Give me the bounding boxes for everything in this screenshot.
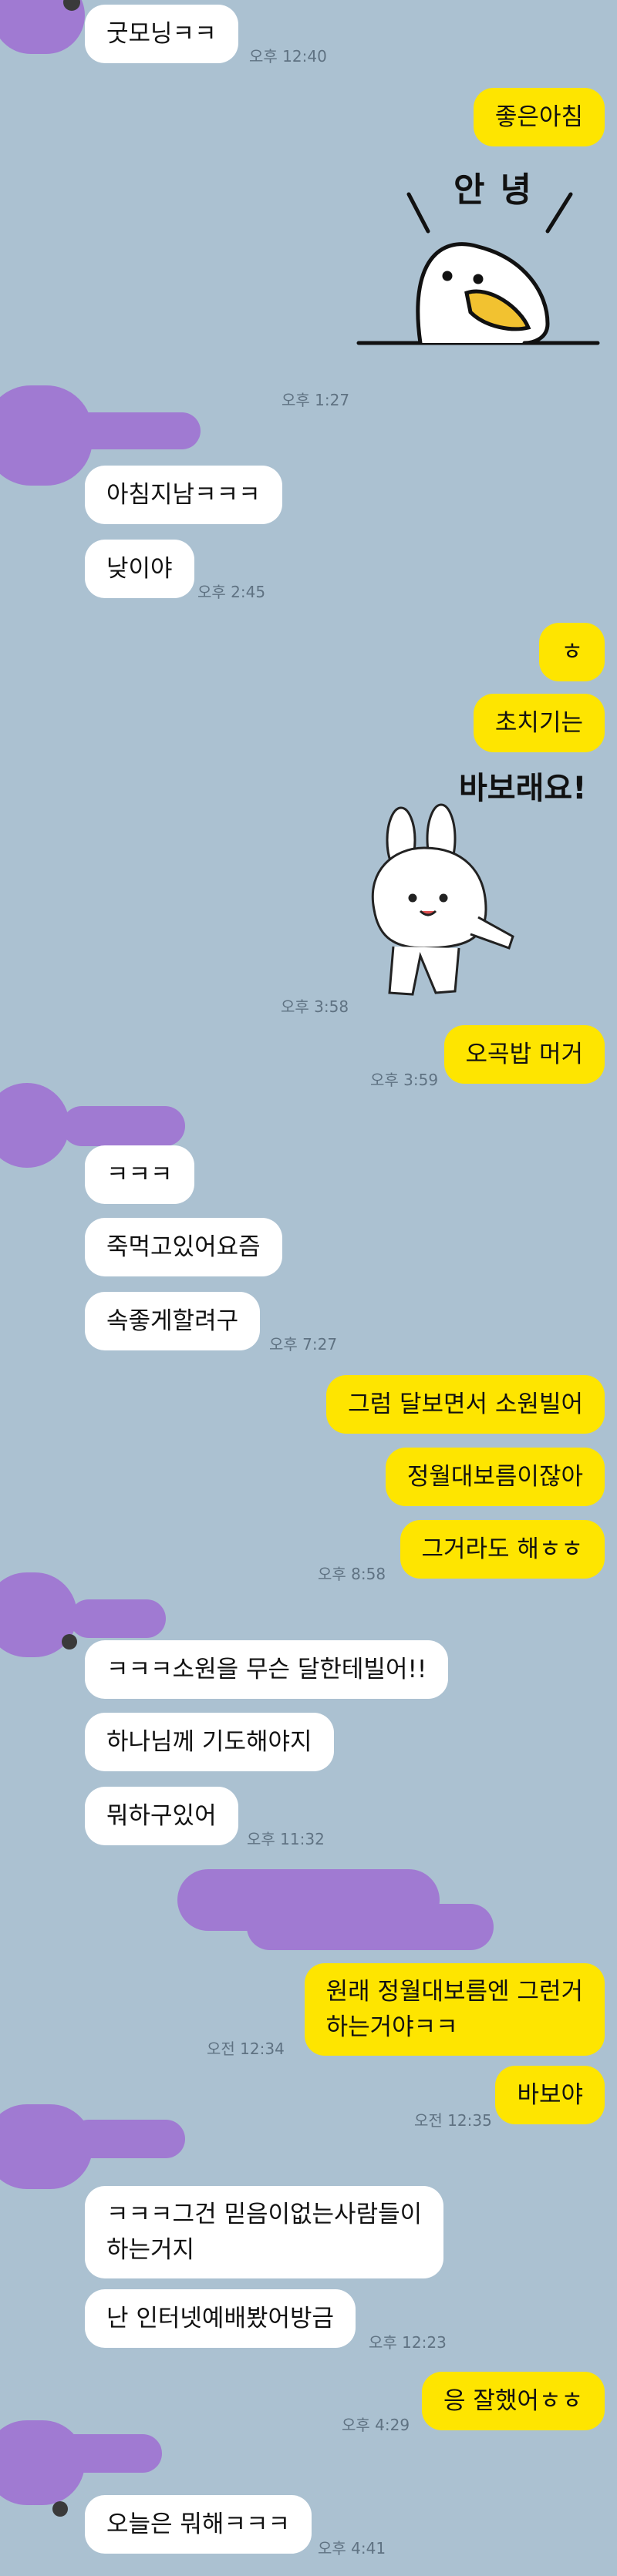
message-bubble-received[interactable]: 아침지남ㅋㅋㅋ xyxy=(85,466,282,524)
message-time: 오후 12:23 xyxy=(369,2333,447,2352)
message-line: 하는거야ㅋㅋ xyxy=(325,2013,458,2041)
message-time: 오후 4:41 xyxy=(318,2539,386,2558)
sticker-caption: 안녕 xyxy=(453,170,547,210)
message-bubble-sent[interactable]: 초치기는 xyxy=(473,694,605,752)
redacted-name xyxy=(62,1106,185,1146)
message-bubble-received[interactable]: ㅋㅋㅋ xyxy=(85,1145,194,1204)
message-time: 오후 12:40 xyxy=(249,47,327,66)
message-bubble-received[interactable]: 낮이야 xyxy=(85,540,194,598)
message-time: 오후 1:27 xyxy=(282,391,350,409)
redacted-name xyxy=(69,2120,185,2158)
message-bubble-received[interactable]: 굿모닝ㅋㅋ xyxy=(85,5,238,63)
redacted-content xyxy=(247,1904,494,1950)
avatar-fragment xyxy=(62,1634,77,1650)
message-bubble-received[interactable]: ㅋㅋㅋ소원을 무슨 달한테빌어!! xyxy=(85,1640,449,1699)
message-line: 하는거지 xyxy=(106,2236,195,2264)
message-bubble-sent[interactable]: 그럼 달보면서 소원빌어 xyxy=(326,1375,605,1434)
message-time: 오후 2:45 xyxy=(197,583,266,601)
redacted-name xyxy=(69,1599,166,1638)
sticker-hello[interactable]: 안녕 xyxy=(355,162,602,355)
message-bubble-sent[interactable]: 바보야 xyxy=(495,2066,605,2124)
message-bubble-received[interactable]: 오늘은 뭐해ㅋㅋㅋ xyxy=(85,2495,312,2554)
message-time: 오후 4:29 xyxy=(342,2416,410,2434)
sticker-caption: 바보래요! xyxy=(459,771,587,806)
message-time: 오후 3:58 xyxy=(281,997,349,1016)
message-time: 오후 7:27 xyxy=(269,1335,338,1354)
message-bubble-sent[interactable]: ㅎ xyxy=(539,623,605,681)
message-line: 원래 정월대보름엔 그런거 xyxy=(325,1978,583,2006)
redacted-name xyxy=(54,2434,162,2473)
message-time: 오전 12:34 xyxy=(207,2040,285,2058)
message-bubble-sent[interactable]: 오곡밥 머거 xyxy=(443,1025,605,1084)
message-time: 오후 8:58 xyxy=(318,1565,386,1583)
message-bubble-sent[interactable]: 응 잘했어ㅎㅎ xyxy=(422,2372,605,2430)
avatar-fragment xyxy=(52,2501,68,2517)
message-bubble-received[interactable]: 속좋게할려구 xyxy=(85,1292,261,1350)
message-bubble-received[interactable]: 하나님께 기도해야지 xyxy=(85,1713,334,1771)
message-bubble-sent[interactable]: 그거라도 해ㅎㅎ xyxy=(400,1520,605,1579)
redacted-name xyxy=(69,412,201,449)
message-bubble-received[interactable]: ㅋㅋㅋ그건 믿음이없는사람들이 하는거지 xyxy=(85,2186,444,2278)
message-bubble-received[interactable]: 난 인터넷예배봤어방금 xyxy=(85,2289,356,2348)
message-time: 오후 11:32 xyxy=(247,1830,325,1848)
message-bubble-sent[interactable]: 좋은아침 xyxy=(473,88,605,146)
message-time: 오후 3:59 xyxy=(370,1071,439,1089)
redacted-avatar xyxy=(0,1083,69,1168)
message-line: ㅋㅋㅋ그건 믿음이없는사람들이 xyxy=(106,2201,423,2228)
message-bubble-sent[interactable]: 원래 정월대보름엔 그런거 하는거야ㅋㅋ xyxy=(304,1963,605,2056)
message-bubble-received[interactable]: 뭐하구있어 xyxy=(85,1787,238,1845)
message-bubble-sent[interactable]: 정월대보름이잖아 xyxy=(385,1448,605,1506)
message-bubble-received[interactable]: 죽먹고있어요즘 xyxy=(85,1218,282,1276)
sticker-bunny[interactable]: 바보래요! xyxy=(370,763,602,1017)
message-time: 오전 12:35 xyxy=(414,2111,492,2130)
